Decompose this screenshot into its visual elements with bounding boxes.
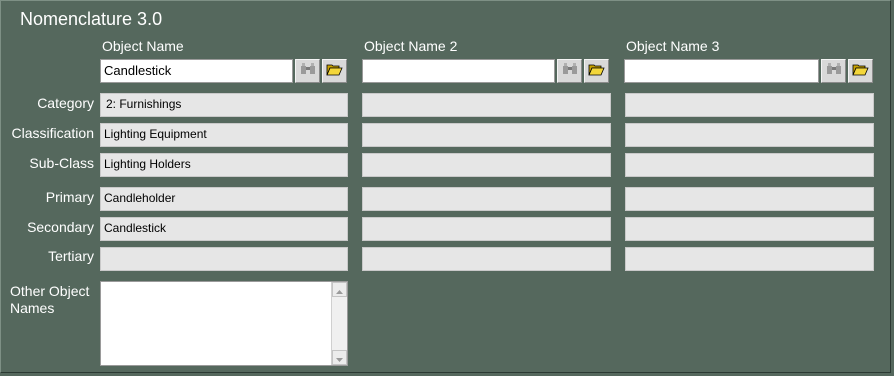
secondary-field-1[interactable]: Candlestick [100, 217, 348, 241]
binoculars-icon [826, 62, 842, 81]
panel-title: Nomenclature 3.0 [20, 9, 163, 29]
object-name-input[interactable]: Candlestick [100, 59, 293, 83]
category-field-3[interactable] [625, 93, 874, 117]
find-button-1[interactable] [295, 59, 320, 83]
open-folder-icon [852, 62, 869, 81]
scroll-up-button[interactable] [332, 282, 347, 297]
secondary-field-2[interactable] [362, 217, 611, 241]
row-label-sub-class: Sub-Class [29, 155, 94, 171]
open-folder-icon [588, 62, 605, 81]
row-label-classification: Classification [11, 125, 94, 141]
browse-button-1[interactable] [322, 59, 347, 83]
row-label-secondary: Secondary [27, 219, 94, 235]
binoculars-icon [562, 62, 578, 81]
arrow-down-icon [336, 349, 343, 367]
other-object-names-label: Other Object Names [10, 283, 90, 316]
classification-field-2[interactable] [362, 123, 611, 147]
other-object-names-textarea[interactable] [100, 281, 348, 366]
open-folder-icon [326, 62, 343, 81]
tertiary-field-2[interactable] [362, 247, 611, 271]
object-name-2-input[interactable] [362, 59, 555, 83]
sub-class-field-1[interactable]: Lighting Holders [100, 153, 348, 177]
column-header-object-name-3: Object Name 3 [626, 38, 720, 54]
category-field-1[interactable]: 2: Furnishings [100, 93, 348, 117]
find-button-2[interactable] [557, 59, 582, 83]
column-header-object-name: Object Name [102, 38, 184, 54]
primary-field-1[interactable]: Candleholder [100, 187, 348, 211]
row-label-tertiary: Tertiary [48, 248, 94, 264]
primary-field-3[interactable] [625, 187, 874, 211]
row-label-primary: Primary [45, 189, 94, 205]
classification-field-1[interactable]: Lighting Equipment [100, 123, 348, 147]
classification-field-3[interactable] [625, 123, 874, 147]
primary-field-2[interactable] [362, 187, 611, 211]
secondary-field-3[interactable] [625, 217, 874, 241]
row-label-category: Category [37, 95, 94, 111]
tertiary-field-1[interactable] [100, 247, 348, 271]
sub-class-field-2[interactable] [362, 153, 611, 177]
find-button-3[interactable] [821, 59, 846, 83]
browse-button-3[interactable] [848, 59, 873, 83]
tertiary-field-3[interactable] [625, 247, 874, 271]
scroll-down-button[interactable] [332, 350, 347, 365]
sub-class-field-3[interactable] [625, 153, 874, 177]
object-name-3-input[interactable] [624, 59, 819, 83]
browse-button-2[interactable] [584, 59, 609, 83]
column-header-object-name-2: Object Name 2 [364, 38, 458, 54]
category-field-2[interactable] [362, 93, 611, 117]
binoculars-icon [300, 62, 316, 81]
arrow-up-icon [336, 281, 343, 299]
vertical-scrollbar[interactable] [331, 282, 347, 365]
